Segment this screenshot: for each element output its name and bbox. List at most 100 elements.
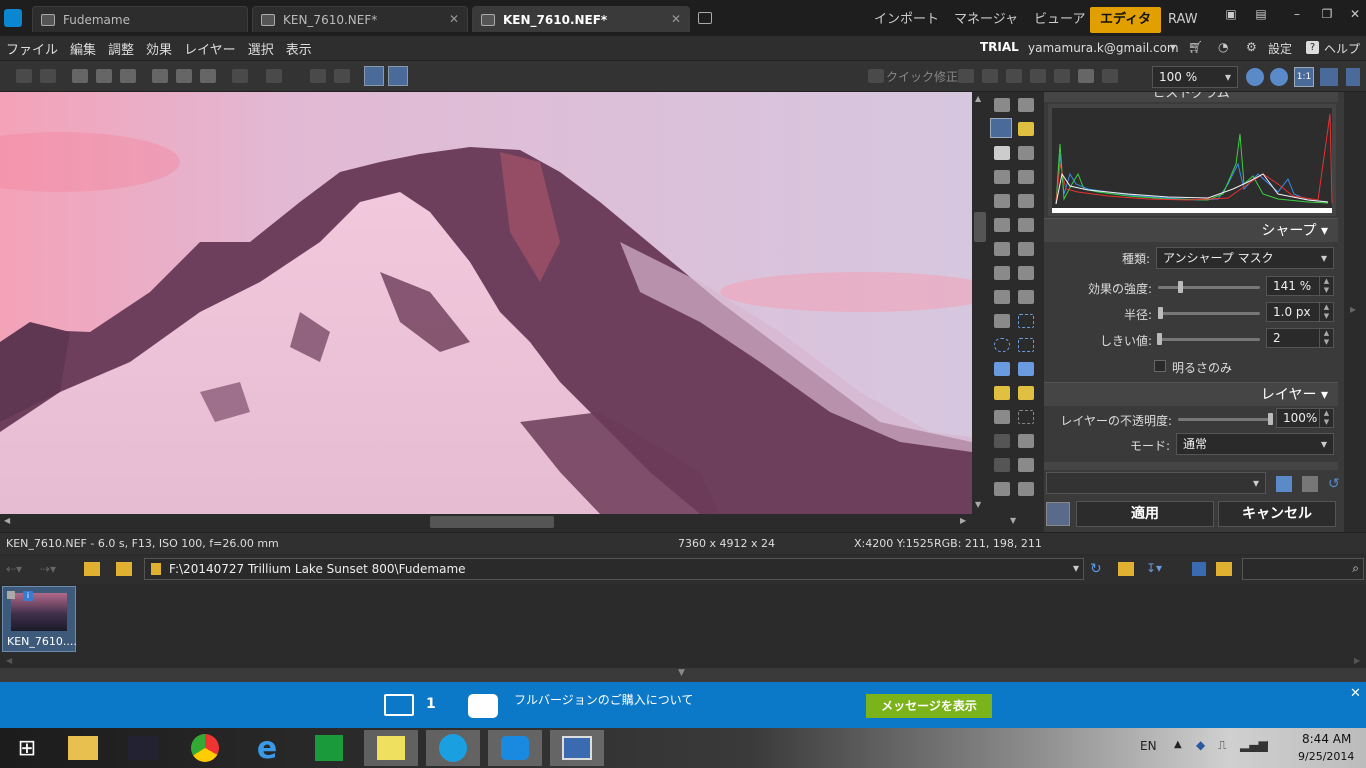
mode-raw[interactable]: RAW (1158, 7, 1208, 33)
copy-icon[interactable] (152, 69, 168, 83)
zoom-out-icon[interactable] (1270, 68, 1288, 86)
image-canvas[interactable] (0, 92, 972, 514)
levels-icon[interactable] (958, 69, 974, 83)
opacity-slider-thumb[interactable] (1268, 413, 1273, 425)
undo-icon[interactable] (232, 69, 248, 83)
task-notes[interactable] (364, 730, 418, 766)
perspective-icon[interactable] (1018, 170, 1034, 184)
network-icon[interactable]: ⎍ (1218, 738, 1226, 753)
save-preset-icon[interactable] (1276, 476, 1292, 492)
zoom-tool-icon[interactable] (1018, 122, 1034, 136)
brush-icon[interactable] (1006, 69, 1022, 83)
radius-spinner[interactable]: ▲ ▼ (1319, 303, 1333, 321)
chevron-down-icon[interactable]: ▾ (1170, 40, 1176, 54)
folder-icon[interactable] (116, 562, 132, 576)
gear-icon[interactable]: ⚙ (1246, 40, 1257, 54)
tab-ken7610-active[interactable]: KEN_7610.NEF* ✕ (472, 6, 690, 32)
histogram-small-icon[interactable] (994, 482, 1010, 496)
clock-date[interactable]: 9/25/2014 (1298, 750, 1354, 763)
path-dropdown-icon[interactable]: ▾ (1073, 561, 1079, 575)
mode-viewer[interactable]: ビューア (1024, 7, 1095, 33)
refresh-icon[interactable]: ↻ (1090, 561, 1102, 577)
settings-link[interactable]: 設定 (1268, 40, 1292, 57)
lasso-icon[interactable] (1018, 338, 1034, 352)
preview-icon[interactable] (1046, 502, 1070, 526)
sharpen-type-select[interactable]: アンシャープ マスク (1156, 247, 1334, 269)
path-field[interactable]: F:\20140727 Trillium Lake Sunset 800\Fud… (144, 558, 1084, 580)
vertical-scroll-thumb[interactable] (974, 212, 986, 242)
radius-input[interactable]: 1.0 px ▲ ▼ (1266, 302, 1334, 322)
close-tab-icon[interactable]: ✕ (449, 12, 459, 26)
strength-slider-thumb[interactable] (1178, 281, 1184, 293)
magic-select-icon[interactable] (1018, 362, 1034, 376)
curves-icon[interactable] (982, 69, 998, 83)
strength-slider[interactable] (1158, 286, 1260, 289)
layout-icon[interactable]: ▤ (1248, 4, 1274, 24)
dropbox-icon[interactable]: ◆ (1196, 738, 1205, 752)
forward-icon[interactable] (40, 69, 56, 83)
threshold-input[interactable]: 2 ▲ ▼ (1266, 328, 1334, 348)
task-ie[interactable]: e (240, 730, 294, 766)
mode-manager[interactable]: マネージャ (944, 7, 1028, 33)
more-tools-icon[interactable]: ▼ (1010, 516, 1016, 525)
paste-new-icon[interactable] (200, 69, 216, 83)
camera-icon[interactable] (1018, 482, 1034, 496)
brightness-only-checkbox[interactable] (1154, 360, 1166, 372)
clock-time[interactable]: 8:44 AM (1302, 732, 1351, 746)
cancel-button[interactable]: キャンセル (1218, 501, 1336, 527)
polygon-select-icon[interactable] (994, 362, 1010, 376)
eye-icon[interactable] (1018, 218, 1034, 232)
split-icon[interactable] (334, 69, 350, 83)
scroll-right-icon[interactable]: ▶ (960, 516, 966, 525)
layer-section-header[interactable]: レイヤー ▾ (1044, 382, 1338, 406)
radius-slider[interactable] (1158, 312, 1260, 315)
screen-icon[interactable]: ▣ (1218, 4, 1244, 24)
mode-editor[interactable]: エディタ (1090, 7, 1162, 33)
fit-icon[interactable] (1320, 68, 1338, 86)
compare-icon[interactable] (310, 69, 326, 83)
menu-effects[interactable]: 効果 (140, 39, 178, 58)
new-tab-icon[interactable] (698, 12, 712, 24)
print-tool-icon[interactable] (1018, 98, 1034, 112)
account-email[interactable]: yamamura.k@gmail.com (1028, 41, 1179, 55)
app-logo-icon[interactable] (4, 9, 22, 27)
language-indicator[interactable]: EN (1140, 739, 1157, 753)
paste-icon[interactable] (176, 69, 192, 83)
task-store[interactable] (302, 730, 356, 766)
reset-icon[interactable]: ↺ (1328, 476, 1340, 492)
crop-icon[interactable] (1018, 146, 1034, 160)
quickfix-label[interactable]: クイック修正 (886, 68, 958, 85)
redeye-icon[interactable] (1030, 69, 1046, 83)
sharpen-section-header[interactable]: シャープ ▾ (1044, 218, 1338, 242)
image-adjust-icon[interactable] (1078, 69, 1094, 83)
line-icon[interactable] (994, 458, 1010, 472)
healing-icon[interactable] (1018, 266, 1034, 280)
close-window-icon[interactable]: ✕ (1342, 4, 1366, 24)
frame-icon[interactable] (994, 194, 1010, 208)
help-link[interactable]: ヘルプ (1324, 40, 1360, 57)
thumbnail-item[interactable]: i KEN_7610.... (2, 586, 77, 652)
scroll-up-icon[interactable]: ▲ (975, 94, 981, 103)
edit-preset-icon[interactable] (1302, 476, 1318, 492)
menu-layer[interactable]: レイヤー (178, 39, 242, 58)
clone-icon[interactable] (1018, 242, 1034, 256)
close-notification-icon[interactable]: ✕ (1350, 686, 1361, 701)
search-input[interactable]: ⌕ (1242, 558, 1364, 580)
vertical-scrollbar[interactable]: ▲ ▼ (972, 92, 988, 514)
tab-ken7610-1[interactable]: KEN_7610.NEF* ✕ (252, 6, 468, 32)
show-message-button[interactable]: メッセージを表示 (866, 694, 992, 718)
start-button[interactable]: ⊞ (0, 730, 54, 766)
zoom-in-icon[interactable] (1246, 68, 1264, 86)
close-tab-icon[interactable]: ✕ (671, 12, 681, 26)
eraser-icon[interactable] (1018, 290, 1034, 304)
menu-file[interactable]: ファイル (0, 39, 64, 58)
task-explorer[interactable] (56, 730, 110, 766)
help-icon[interactable]: ? (1306, 41, 1319, 54)
fit-height-icon[interactable] (1346, 68, 1360, 86)
restore-icon[interactable]: ❐ (1314, 4, 1340, 24)
menu-view[interactable]: 表示 (280, 39, 318, 58)
horizontal-scrollbar[interactable]: ◀ ▶ (0, 514, 972, 530)
folder-star-icon[interactable] (1118, 562, 1134, 576)
sharpen-icon[interactable] (1054, 69, 1070, 83)
nav-back-icon[interactable]: ⇠▾ (6, 562, 22, 576)
